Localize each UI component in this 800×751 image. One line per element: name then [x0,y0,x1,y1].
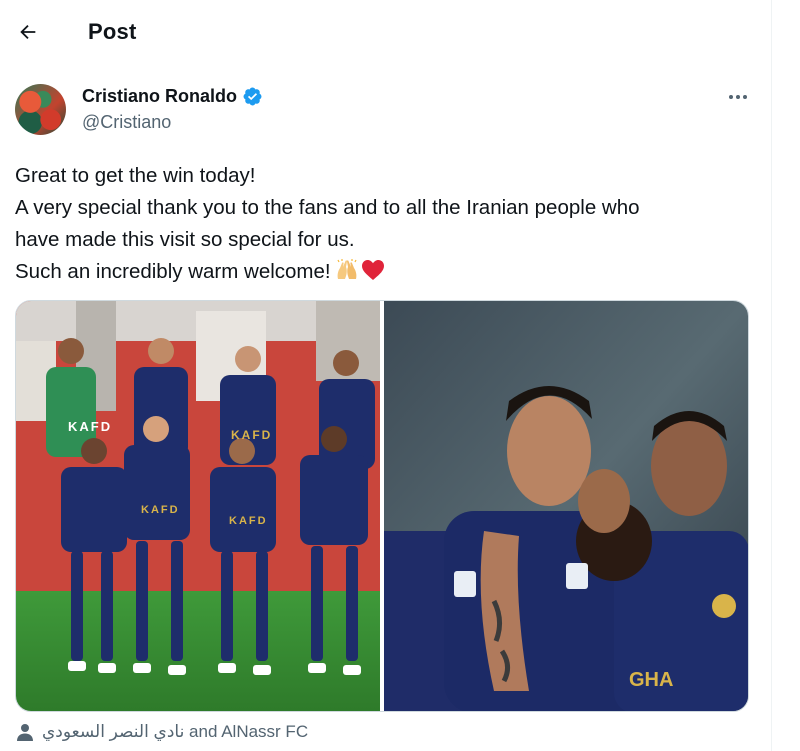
tagged-users[interactable]: نادي النصر السعودي and AlNassr FC [16,722,308,742]
page-title: Post [88,19,137,44]
post-media[interactable]: KAFD KAFD KAFD KAFD GHA [15,300,749,712]
post-view: Post Cristiano Ronaldo @Cristiano Great … [0,0,800,751]
back-button[interactable] [8,14,48,54]
post-line: Great to get the win today! [15,164,256,187]
avatar[interactable] [15,84,66,135]
raising-hands-emoji-icon [335,259,359,281]
svg-text:KAFD: KAFD [231,428,272,442]
post-line: A very special thank you to the fans and… [15,196,640,219]
column-divider [771,0,772,751]
author-name[interactable]: Cristiano Ronaldo [82,86,237,107]
author-handle[interactable]: @Cristiano [82,112,171,133]
verified-badge-icon[interactable] [242,86,263,107]
svg-text:KAFD: KAFD [229,515,268,527]
post-text: Great to get the win today! A very speci… [15,160,755,288]
red-heart-emoji-icon [361,259,385,281]
post-line: have made this visit so special for us. [15,228,355,251]
author-name-row[interactable]: Cristiano Ronaldo [82,86,263,107]
ellipsis-icon [727,87,749,105]
team-photo[interactable]: KAFD KAFD KAFD KAFD [16,301,380,711]
sponsor-text: KAFD [68,419,112,434]
tagged-text[interactable]: نادي النصر السعودي and AlNassr FC [42,722,308,742]
post-line-with-emoji: Such an incredibly warm welcome! [15,256,755,288]
more-options-button[interactable] [722,84,754,108]
person-icon [16,723,34,741]
page-header: Post [0,0,771,68]
post-line: Such an incredibly warm welcome! [15,260,331,283]
arrow-left-icon [17,21,39,48]
celebration-photo[interactable]: GHA [384,301,748,711]
svg-text:KAFD: KAFD [141,504,180,516]
shirt-name-text: GHA [629,669,673,691]
